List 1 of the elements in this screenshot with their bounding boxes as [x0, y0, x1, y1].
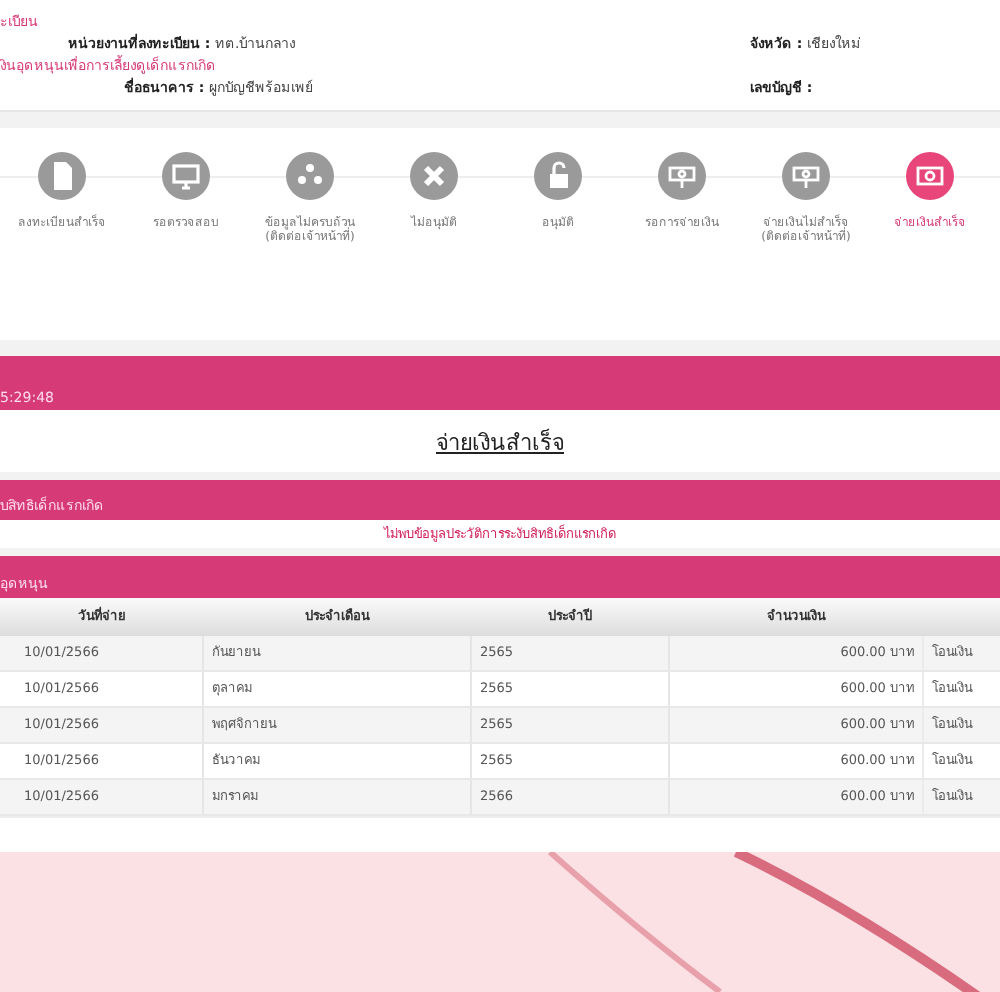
status-title: จ่ายเงินสำเร็จ — [436, 426, 564, 460]
